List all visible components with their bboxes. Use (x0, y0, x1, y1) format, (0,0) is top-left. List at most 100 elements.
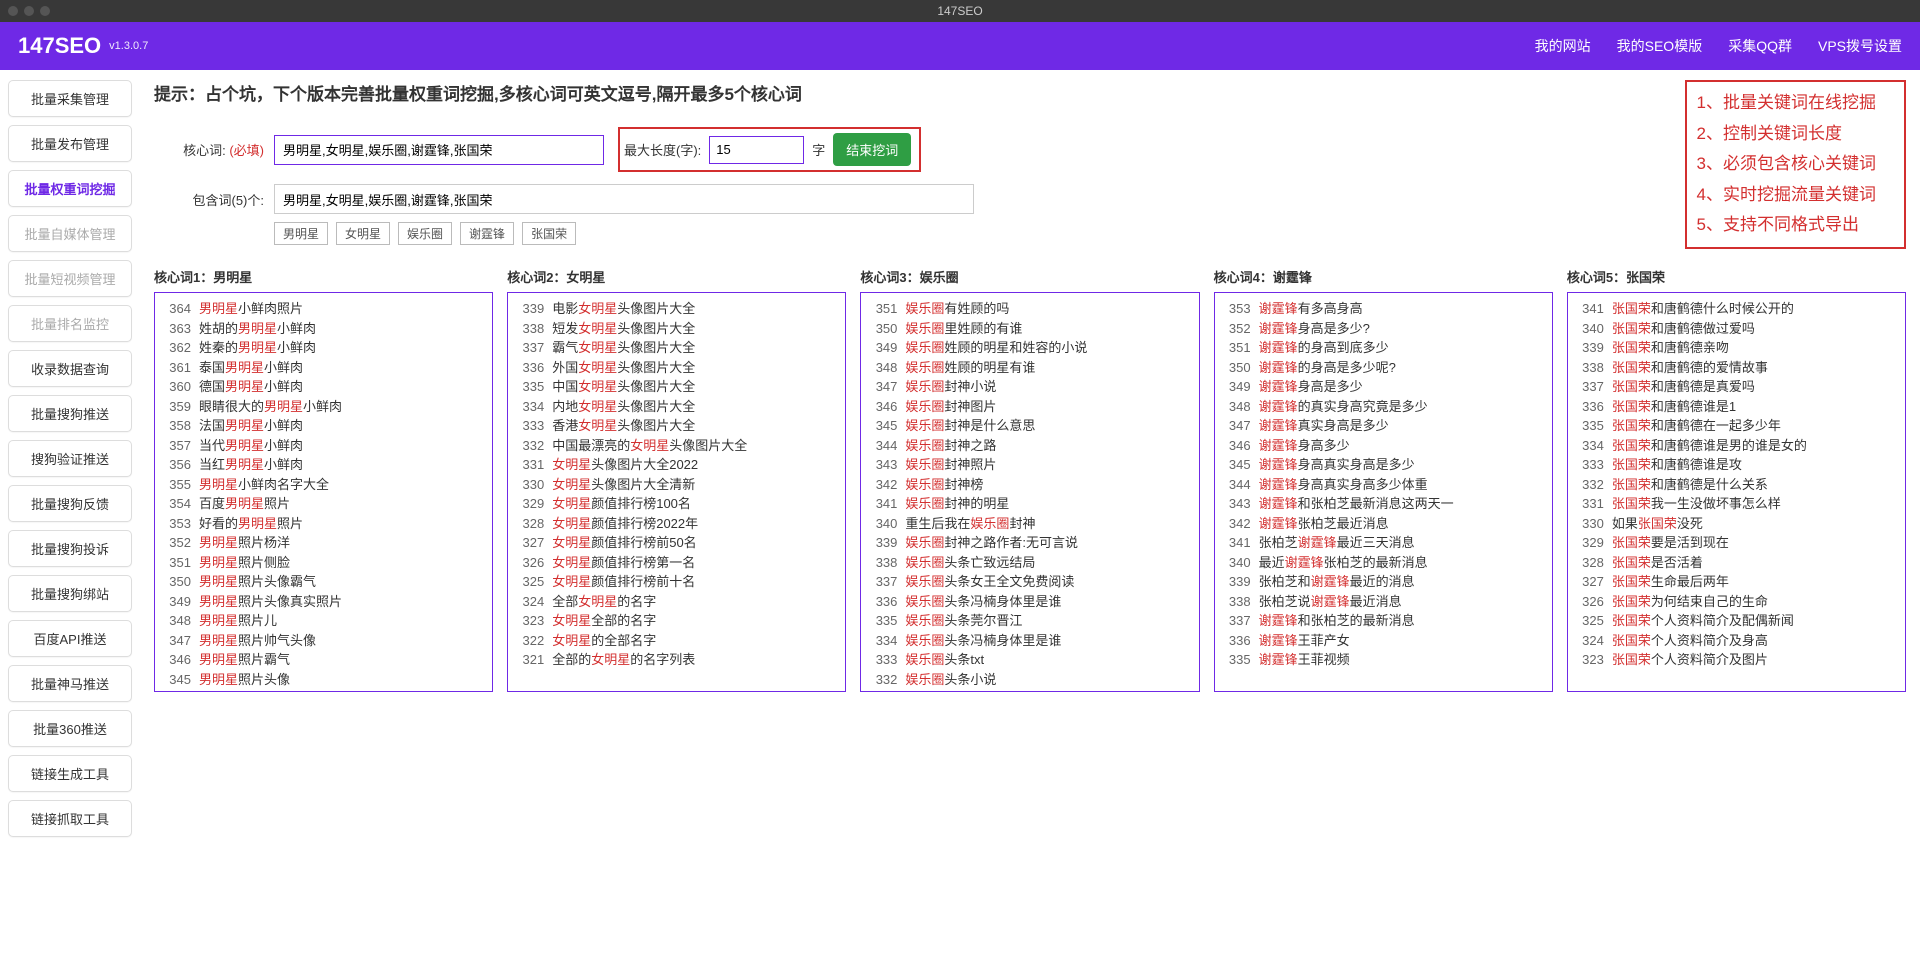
result-row[interactable]: 324张国荣个人资料简介及身高 (1576, 631, 1897, 651)
result-row[interactable]: 336张国荣和唐鹤德谁是1 (1576, 397, 1897, 417)
result-row[interactable]: 343谢霆锋和张柏芝最新消息这两天一 (1223, 494, 1544, 514)
sidebar-item[interactable]: 批量短视频管理 (8, 260, 132, 297)
result-row[interactable]: 354百度男明星照片 (163, 494, 484, 514)
result-row[interactable]: 349谢霆锋身高是多少 (1223, 377, 1544, 397)
result-row[interactable]: 346男明星照片霸气 (163, 650, 484, 670)
nav-link[interactable]: 我的SEO模版 (1617, 38, 1703, 54)
sidebar-item[interactable]: 批量采集管理 (8, 80, 132, 117)
result-row[interactable]: 331张国荣我一生没做坏事怎么样 (1576, 494, 1897, 514)
result-row[interactable]: 337霸气女明星头像图片大全 (516, 338, 837, 358)
result-row[interactable]: 342娱乐圈封神榜 (869, 475, 1190, 495)
chip[interactable]: 娱乐圈 (398, 222, 452, 245)
result-row[interactable]: 337娱乐圈头条女王全文免费阅读 (869, 572, 1190, 592)
result-row[interactable]: 332娱乐圈头条小说 (869, 670, 1190, 690)
result-row[interactable]: 364男明星小鲜肉照片 (163, 299, 484, 319)
result-row[interactable]: 345娱乐圈封神是什么意思 (869, 416, 1190, 436)
result-row[interactable]: 336娱乐圈头条冯楠身体里是谁 (869, 592, 1190, 612)
nav-link[interactable]: 采集QQ群 (1728, 38, 1792, 54)
result-row[interactable]: 338张柏芝说谢霆锋最近消息 (1223, 592, 1544, 612)
result-row[interactable]: 322女明星的全部名字 (516, 631, 837, 651)
result-row[interactable]: 330女明星头像图片大全清新 (516, 475, 837, 495)
result-row[interactable]: 333娱乐圈头条txt (869, 650, 1190, 670)
result-row[interactable]: 327女明星颜值排行榜前50名 (516, 533, 837, 553)
nav-link[interactable]: 我的网站 (1535, 38, 1591, 54)
traffic-light-max[interactable] (40, 6, 50, 16)
result-row[interactable]: 325张国荣个人资料简介及配偶新闻 (1576, 611, 1897, 631)
result-row[interactable]: 332中国最漂亮的女明星头像图片大全 (516, 436, 837, 456)
result-row[interactable]: 355男明星小鲜肉名字大全 (163, 475, 484, 495)
result-row[interactable]: 336谢霆锋王菲产女 (1223, 631, 1544, 651)
include-words-input[interactable] (274, 184, 974, 214)
result-row[interactable]: 357当代男明星小鲜肉 (163, 436, 484, 456)
result-row[interactable]: 346娱乐圈封神图片 (869, 397, 1190, 417)
result-row[interactable]: 361泰国男明星小鲜肉 (163, 358, 484, 378)
maxlen-input[interactable] (709, 136, 804, 164)
result-row[interactable]: 334张国荣和唐鹤德谁是男的谁是女的 (1576, 436, 1897, 456)
result-row[interactable]: 340重生后我在娱乐圈封神 (869, 514, 1190, 534)
result-row[interactable]: 326女明星颜值排行榜第一名 (516, 553, 837, 573)
result-row[interactable]: 350男明星照片头像霸气 (163, 572, 484, 592)
result-row[interactable]: 324全部女明星的名字 (516, 592, 837, 612)
result-row[interactable]: 341张国荣和唐鹤德什么时候公开的 (1576, 299, 1897, 319)
result-row[interactable]: 348男明星照片儿 (163, 611, 484, 631)
result-row[interactable]: 321全部的女明星的名字列表 (516, 650, 837, 670)
result-row[interactable]: 351娱乐圈有姓顾的吗 (869, 299, 1190, 319)
sidebar-item[interactable]: 批量自媒体管理 (8, 215, 132, 252)
result-row[interactable]: 337张国荣和唐鹤德是真爱吗 (1576, 377, 1897, 397)
result-row[interactable]: 323女明星全部的名字 (516, 611, 837, 631)
result-row[interactable]: 330如果张国荣没死 (1576, 514, 1897, 534)
result-row[interactable]: 362姓秦的男明星小鲜肉 (163, 338, 484, 358)
result-row[interactable]: 347谢霆锋真实身高是多少 (1223, 416, 1544, 436)
sidebar-item[interactable]: 百度API推送 (8, 620, 132, 657)
result-row[interactable]: 360德国男明星小鲜肉 (163, 377, 484, 397)
result-row[interactable]: 327张国荣生命最后两年 (1576, 572, 1897, 592)
sidebar-item[interactable]: 批量搜狗反馈 (8, 485, 132, 522)
result-row[interactable]: 346谢霆锋身高多少 (1223, 436, 1544, 456)
result-row[interactable]: 338张国荣和唐鹤德的爱情故事 (1576, 358, 1897, 378)
result-row[interactable]: 336外国女明星头像图片大全 (516, 358, 837, 378)
sidebar-item[interactable]: 链接生成工具 (8, 755, 132, 792)
result-row[interactable]: 352男明星照片杨洋 (163, 533, 484, 553)
result-row[interactable]: 328女明星颜值排行榜2022年 (516, 514, 837, 534)
result-row[interactable]: 333张国荣和唐鹤德谁是攻 (1576, 455, 1897, 475)
sidebar-item[interactable]: 批量神马推送 (8, 665, 132, 702)
result-row[interactable]: 343娱乐圈封神照片 (869, 455, 1190, 475)
result-row[interactable]: 358法国男明星小鲜肉 (163, 416, 484, 436)
sidebar-item[interactable]: 批量发布管理 (8, 125, 132, 162)
chip[interactable]: 谢霆锋 (460, 222, 514, 245)
result-row[interactable]: 331女明星头像图片大全2022 (516, 455, 837, 475)
result-row[interactable]: 335谢霆锋王菲视频 (1223, 650, 1544, 670)
result-row[interactable]: 350娱乐圈里姓顾的有谁 (869, 319, 1190, 339)
sidebar-item[interactable]: 搜狗验证推送 (8, 440, 132, 477)
result-row[interactable]: 353好看的男明星照片 (163, 514, 484, 534)
result-row[interactable]: 345谢霆锋身高真实身高是多少 (1223, 455, 1544, 475)
result-row[interactable]: 341张柏芝谢霆锋最近三天消息 (1223, 533, 1544, 553)
result-row[interactable]: 335娱乐圈头条莞尔晋江 (869, 611, 1190, 631)
sidebar-item[interactable]: 批量搜狗推送 (8, 395, 132, 432)
result-row[interactable]: 325女明星颜值排行榜前十名 (516, 572, 837, 592)
traffic-light-close[interactable] (8, 6, 18, 16)
chip[interactable]: 女明星 (336, 222, 390, 245)
result-row[interactable]: 356当红男明星小鲜肉 (163, 455, 484, 475)
result-row[interactable]: 329张国荣要是活到现在 (1576, 533, 1897, 553)
result-row[interactable]: 349男明星照片头像真实照片 (163, 592, 484, 612)
chip[interactable]: 张国荣 (522, 222, 576, 245)
result-row[interactable]: 347娱乐圈封神小说 (869, 377, 1190, 397)
result-row[interactable]: 345男明星照片头像 (163, 670, 484, 690)
result-row[interactable]: 339张国荣和唐鹤德亲吻 (1576, 338, 1897, 358)
result-row[interactable]: 335中国女明星头像图片大全 (516, 377, 837, 397)
sidebar-item[interactable]: 收录数据查询 (8, 350, 132, 387)
nav-link[interactable]: VPS拨号设置 (1818, 38, 1902, 54)
result-row[interactable]: 347男明星照片帅气头像 (163, 631, 484, 651)
sidebar-item[interactable]: 批量权重词挖掘 (8, 170, 132, 207)
result-row[interactable]: 344谢霆锋身高真实身高多少体重 (1223, 475, 1544, 495)
result-row[interactable]: 350谢霆锋的身高是多少呢? (1223, 358, 1544, 378)
traffic-light-min[interactable] (24, 6, 34, 16)
core-keywords-input[interactable] (274, 135, 604, 165)
result-row[interactable]: 334内地女明星头像图片大全 (516, 397, 837, 417)
result-row[interactable]: 351男明星照片侧脸 (163, 553, 484, 573)
chip[interactable]: 男明星 (274, 222, 328, 245)
result-row[interactable]: 344娱乐圈封神之路 (869, 436, 1190, 456)
result-row[interactable]: 349娱乐圈姓顾的明星和姓容的小说 (869, 338, 1190, 358)
result-row[interactable]: 342谢霆锋张柏芝最近消息 (1223, 514, 1544, 534)
